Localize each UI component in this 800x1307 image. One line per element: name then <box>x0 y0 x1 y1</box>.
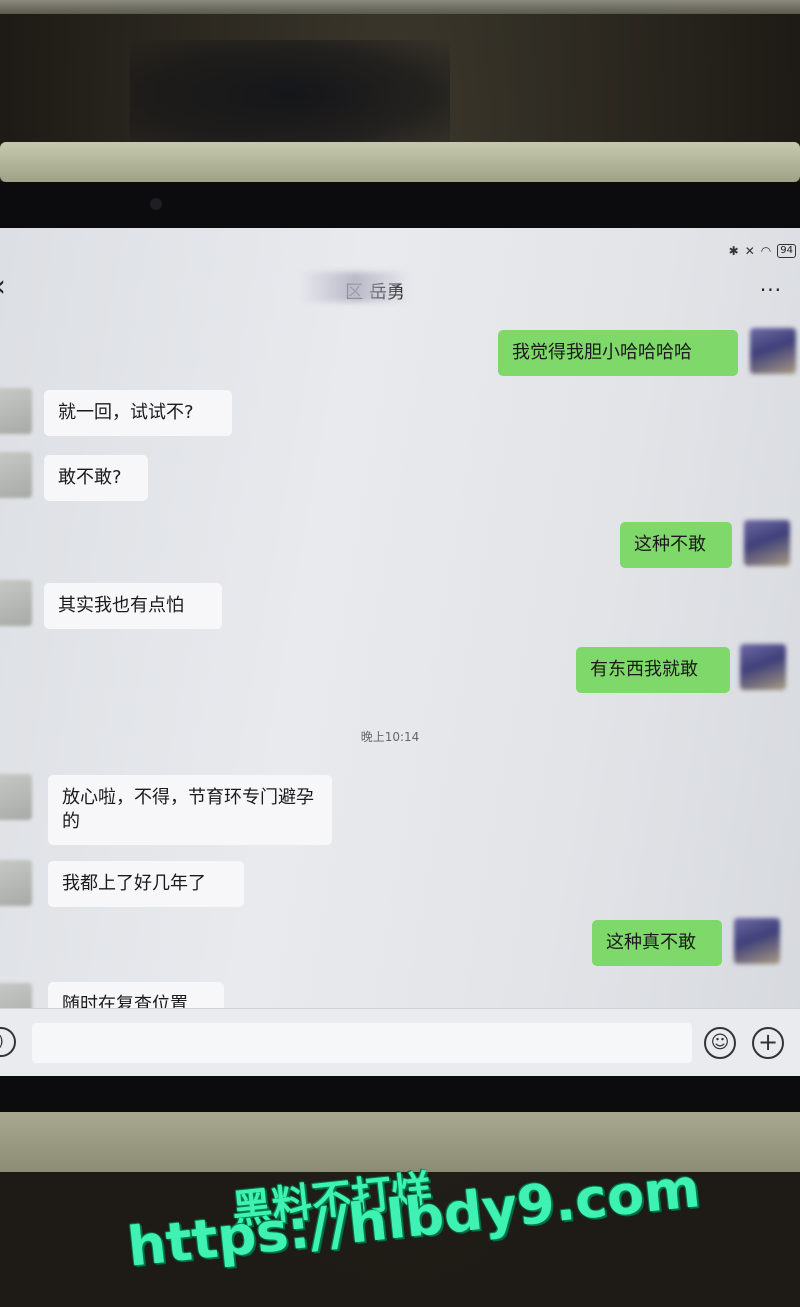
voice-icon[interactable]: ) <box>0 1027 16 1057</box>
avatar-contact[interactable] <box>0 860 32 906</box>
chat-screen: ✱ ✕ ◠ 94 ‹ 区 岳勇 ··· 我觉得我胆小哈哈哈哈 就一回，试试不? … <box>0 228 800 1076</box>
message-bubble-incoming[interactable]: 放心啦，不得，节育环专门避孕的 <box>48 775 332 845</box>
message-bubble-outgoing[interactable]: 这种真不敢 <box>592 920 722 966</box>
emoji-icon[interactable]: ☺ <box>704 1027 736 1059</box>
tablet-case-bottom <box>0 1112 800 1172</box>
message-bubble-outgoing[interactable]: 有东西我就敢 <box>576 647 730 693</box>
message-input[interactable] <box>32 1023 692 1063</box>
plus-icon[interactable]: + <box>752 1027 784 1059</box>
message-bubble-incoming[interactable]: 我都上了好几年了 <box>48 861 244 907</box>
message-bubble-incoming[interactable]: 其实我也有点怕 <box>44 583 222 629</box>
message-bubble-outgoing[interactable]: 这种不敢 <box>620 522 732 568</box>
tablet-case-top <box>0 142 800 182</box>
message-list[interactable]: 我觉得我胆小哈哈哈哈 就一回，试试不? 敢不敢? 这种不敢 其实我也有点怕 有东… <box>0 228 800 1029</box>
avatar-contact[interactable] <box>0 774 32 820</box>
input-bar: ) ☺ + <box>0 1008 800 1076</box>
avatar-self[interactable] <box>744 520 790 566</box>
message-bubble-incoming[interactable]: 就一回，试试不? <box>44 390 232 436</box>
camera-icon <box>150 198 162 210</box>
message-bubble-outgoing[interactable]: 我觉得我胆小哈哈哈哈 <box>498 330 738 376</box>
avatar-self[interactable] <box>740 644 786 690</box>
avatar-self[interactable] <box>750 328 796 374</box>
message-bubble-incoming[interactable]: 敢不敢? <box>44 455 148 501</box>
keyboard-edge <box>0 0 800 14</box>
avatar-self[interactable] <box>734 918 780 964</box>
avatar-contact[interactable] <box>0 580 32 626</box>
background-object <box>130 40 450 150</box>
message-timestamp: 晚上10:14 <box>360 730 420 744</box>
avatar-contact[interactable] <box>0 388 32 434</box>
avatar-contact[interactable] <box>0 452 32 498</box>
